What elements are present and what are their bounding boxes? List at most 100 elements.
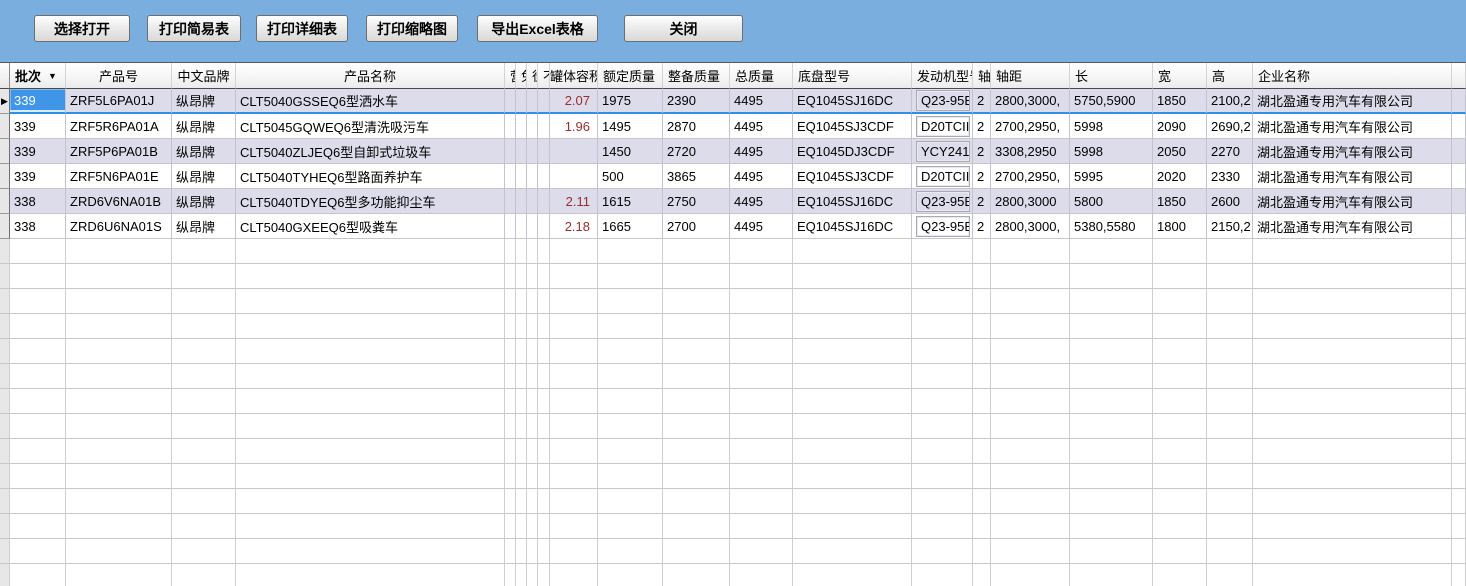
cell-c4[interactable] <box>538 139 550 164</box>
table-row[interactable]: ▶339ZRF5L6PA01J纵昂牌CLT5040GSSEQ6型洒水车2.071… <box>0 89 1466 114</box>
cell-c4[interactable] <box>538 189 550 214</box>
cell-chassis[interactable]: EQ1045SJ16DC <box>793 189 912 214</box>
cell-engine[interactable]: D20TCII <box>912 164 973 189</box>
cell-total[interactable]: 4495 <box>730 114 793 139</box>
cell-wid[interactable]: 2050 <box>1153 139 1207 164</box>
cell-wid[interactable]: 1850 <box>1153 89 1207 114</box>
cell-c2[interactable] <box>516 164 527 189</box>
cell-total[interactable]: 4495 <box>730 164 793 189</box>
cell-curb[interactable]: 2870 <box>663 114 730 139</box>
cell-c3[interactable] <box>527 164 538 189</box>
column-header-hei[interactable]: 高 <box>1207 63 1253 89</box>
column-header-axles[interactable]: 轴数 <box>973 63 991 89</box>
cell-c3[interactable] <box>527 139 538 164</box>
cell-c1[interactable] <box>505 189 516 214</box>
cell-tank[interactable]: 2.18 <box>550 214 598 239</box>
cell-len[interactable]: 5750,5900 <box>1070 89 1153 114</box>
cell-product_no[interactable]: ZRF5R6PA01A <box>66 114 172 139</box>
cell-chassis[interactable]: EQ1045SJ3CDF <box>793 114 912 139</box>
cell-batch[interactable]: 339 <box>10 89 66 114</box>
cell-wheelbase[interactable]: 2700,2950, <box>991 114 1070 139</box>
column-header-total[interactable]: 总质量 <box>730 63 793 89</box>
engine-model-box[interactable]: YCY241 <box>916 141 970 162</box>
cell-rated[interactable]: 1615 <box>598 189 663 214</box>
cell-wheelbase[interactable]: 3308,2950 <box>991 139 1070 164</box>
cell-hei[interactable]: 2150,2 <box>1207 214 1253 239</box>
cell-engine[interactable]: D20TCII <box>912 114 973 139</box>
cell-product_name[interactable]: CLT5040GXEEQ6型吸粪车 <box>236 214 505 239</box>
cell-len[interactable]: 5800 <box>1070 189 1153 214</box>
cell-total[interactable]: 4495 <box>730 189 793 214</box>
cell-wid[interactable]: 2090 <box>1153 114 1207 139</box>
cell-company[interactable]: 湖北盈通专用汽车有限公司 <box>1253 164 1452 189</box>
cell-batch[interactable]: 339 <box>10 164 66 189</box>
column-header-c3[interactable]: 徍 <box>527 63 538 89</box>
column-header-c4[interactable]: 不 <box>538 63 550 89</box>
cell-product_name[interactable]: CLT5045GQWEQ6型清洗吸污车 <box>236 114 505 139</box>
cell-rated[interactable]: 500 <box>598 164 663 189</box>
cell-rated[interactable]: 1495 <box>598 114 663 139</box>
cell-batch[interactable]: 339 <box>10 114 66 139</box>
cell-hei[interactable]: 2330 <box>1207 164 1253 189</box>
cell-tank[interactable] <box>550 164 598 189</box>
engine-model-box[interactable]: Q23-95E <box>916 90 970 111</box>
cell-product_no[interactable]: ZRD6V6NA01B <box>66 189 172 214</box>
cell-c3[interactable] <box>527 114 538 139</box>
table-row[interactable]: 339ZRF5N6PA01E纵昂牌CLT5040TYHEQ6型路面养护车5003… <box>0 164 1466 189</box>
row-selector[interactable] <box>0 214 10 239</box>
table-row[interactable]: 339ZRF5P6PA01B纵昂牌CLT5040ZLJEQ6型自卸式垃圾车145… <box>0 139 1466 164</box>
row-selector[interactable]: ▶ <box>0 89 10 114</box>
column-header-tank[interactable]: 罐体容积 <box>550 63 598 89</box>
cell-wheelbase[interactable]: 2800,3000, <box>991 214 1070 239</box>
cell-curb[interactable]: 2750 <box>663 189 730 214</box>
cell-product_no[interactable]: ZRF5L6PA01J <box>66 89 172 114</box>
cell-rated[interactable]: 1665 <box>598 214 663 239</box>
cell-engine[interactable]: YCY241 <box>912 139 973 164</box>
cell-c2[interactable] <box>516 139 527 164</box>
cell-c4[interactable] <box>538 89 550 114</box>
engine-model-box[interactable]: Q23-95E <box>916 216 970 237</box>
cell-curb[interactable]: 2700 <box>663 214 730 239</box>
cell-curb[interactable]: 2390 <box>663 89 730 114</box>
close-button[interactable]: 关闭 <box>624 15 743 42</box>
cell-hei[interactable]: 2100,2 <box>1207 89 1253 114</box>
table-row[interactable]: 338ZRD6U6NA01S纵昂牌CLT5040GXEEQ6型吸粪车2.1816… <box>0 214 1466 239</box>
cell-product_no[interactable]: ZRF5N6PA01E <box>66 164 172 189</box>
cell-product_name[interactable]: CLT5040GSSEQ6型洒水车 <box>236 89 505 114</box>
cell-c4[interactable] <box>538 214 550 239</box>
cell-len[interactable]: 5380,5580 <box>1070 214 1153 239</box>
cell-product_no[interactable]: ZRD6U6NA01S <box>66 214 172 239</box>
cell-c1[interactable] <box>505 214 516 239</box>
cell-wid[interactable]: 2020 <box>1153 164 1207 189</box>
cell-axles[interactable]: 2 <box>973 114 991 139</box>
column-header-c2[interactable]: 免 <box>516 63 527 89</box>
cell-brand[interactable]: 纵昂牌 <box>172 189 236 214</box>
column-header-batch[interactable]: 批次▼ <box>10 63 66 89</box>
cell-c1[interactable] <box>505 89 516 114</box>
column-header-curb[interactable]: 整备质量 <box>663 63 730 89</box>
engine-model-box[interactable]: D20TCII <box>916 166 970 187</box>
cell-company[interactable]: 湖北盈通专用汽车有限公司 <box>1253 189 1452 214</box>
cell-brand[interactable]: 纵昂牌 <box>172 114 236 139</box>
row-selector[interactable] <box>0 189 10 214</box>
cell-brand[interactable]: 纵昂牌 <box>172 89 236 114</box>
column-header-c1[interactable]: 营 <box>505 63 516 89</box>
cell-tank[interactable]: 1.96 <box>550 114 598 139</box>
cell-batch[interactable]: 338 <box>10 189 66 214</box>
cell-wid[interactable]: 1850 <box>1153 189 1207 214</box>
cell-brand[interactable]: 纵昂牌 <box>172 139 236 164</box>
cell-c3[interactable] <box>527 189 538 214</box>
cell-total[interactable]: 4495 <box>730 89 793 114</box>
cell-product_no[interactable]: ZRF5P6PA01B <box>66 139 172 164</box>
cell-len[interactable]: 5998 <box>1070 139 1153 164</box>
print-detail-button[interactable]: 打印详细表 <box>256 15 348 42</box>
table-row[interactable]: 339ZRF5R6PA01A纵昂牌CLT5045GQWEQ6型清洗吸污车 1.96… <box>0 114 1466 139</box>
column-header-wheelbase[interactable]: 轴距 <box>991 63 1070 89</box>
cell-engine[interactable]: Q23-95E <box>912 214 973 239</box>
cell-wheelbase[interactable]: 2800,3000, <box>991 89 1070 114</box>
column-header-len[interactable]: 长 <box>1070 63 1153 89</box>
cell-c1[interactable] <box>505 164 516 189</box>
print-thumbnail-button[interactable]: 打印缩略图 <box>366 15 458 42</box>
cell-axles[interactable]: 2 <box>973 89 991 114</box>
column-header-brand[interactable]: 中文品牌 <box>172 63 236 89</box>
